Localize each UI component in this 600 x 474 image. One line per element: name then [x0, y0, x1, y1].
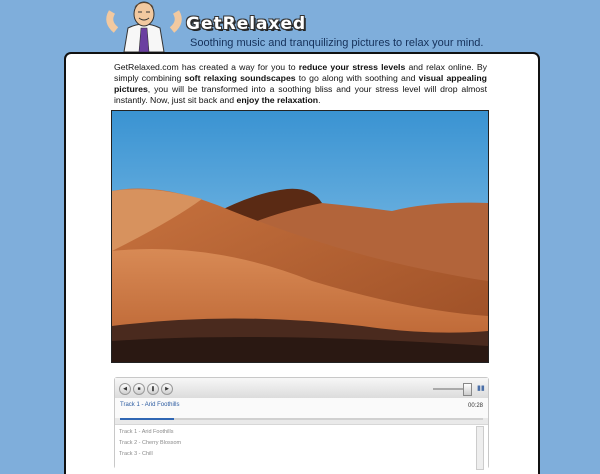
site-header: GetRelaxed Soothing music and tranquiliz…	[0, 0, 600, 53]
music-player: ◀ ■ ❚ ▶ ▮▮ Track 1 - Arid Foothills 00:2…	[114, 377, 489, 470]
playlist-scrollbar[interactable]	[476, 426, 484, 470]
site-tagline: Soothing music and tranquilizing picture…	[190, 37, 484, 49]
relaxed-man-mascot-icon	[104, 0, 184, 53]
volume-icon[interactable]: ▮▮	[477, 384, 485, 392]
volume-slider-handle[interactable]	[463, 383, 472, 396]
previous-track-icon[interactable]: ◀	[119, 383, 131, 395]
progress-fill	[120, 418, 175, 420]
next-track-icon[interactable]: ▶	[161, 383, 173, 395]
now-playing-title: Track 1 - Arid Foothills	[120, 402, 180, 408]
now-playing-bar: Track 1 - Arid Foothills 00:28	[115, 398, 488, 418]
intro-paragraph: GetRelaxed.com has created a way for you…	[114, 62, 487, 106]
playlist-item[interactable]: Track 3 - Chill	[119, 451, 153, 457]
intro-text: to go along with soothing and	[295, 73, 419, 83]
elapsed-time: 00:28	[467, 403, 483, 409]
playlist-item[interactable]: Track 1 - Arid Foothills	[119, 429, 174, 435]
playlist-item[interactable]: Track 2 - Cherry Blossom	[119, 440, 181, 446]
intro-text: GetRelaxed.com has created a way for you…	[114, 62, 299, 72]
stop-icon[interactable]: ■	[133, 383, 145, 395]
intro-bold: enjoy the relaxation	[236, 95, 319, 105]
site-logo[interactable]: GetRelaxed	[186, 14, 306, 34]
intro-bold: soft relaxing soundscapes	[184, 73, 296, 83]
intro-text: .	[318, 95, 321, 105]
pause-icon[interactable]: ❚	[147, 383, 159, 395]
playlist: Track 1 - Arid Foothills Track 2 - Cherr…	[115, 424, 488, 469]
intro-bold: reduce your stress levels	[298, 62, 406, 72]
desert-dunes-photo	[111, 110, 489, 363]
player-controls-bar: ◀ ■ ❚ ▶ ▮▮	[115, 378, 488, 399]
progress-bar[interactable]	[120, 418, 483, 420]
